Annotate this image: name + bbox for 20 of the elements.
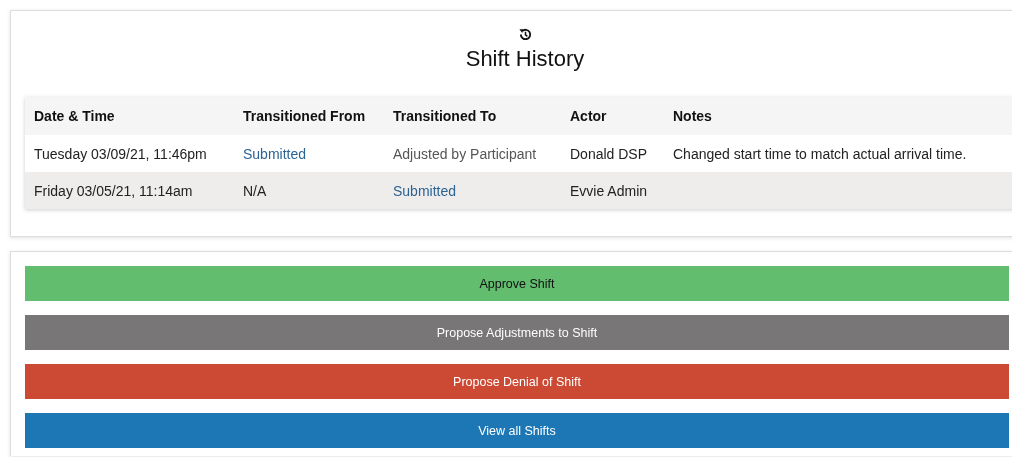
table-cell: Friday 03/05/21, 11:14am xyxy=(34,182,193,199)
column-header: Actor xyxy=(570,108,607,124)
action-button[interactable]: Propose Adjustments to Shift xyxy=(25,315,1009,350)
table-cell: N/A xyxy=(243,182,267,199)
column-header: Date & Time xyxy=(34,108,115,124)
status-link[interactable]: Submitted xyxy=(243,145,307,162)
history-icon xyxy=(517,27,533,42)
column-header: Notes xyxy=(673,108,712,124)
action-button[interactable]: Propose Denial of Shift xyxy=(25,364,1009,399)
column-header: Transitioned To xyxy=(393,108,497,124)
section-title: Shift History xyxy=(465,46,585,72)
column-header: Transitioned From xyxy=(243,108,366,124)
table-cell: Donald DSP xyxy=(570,145,648,162)
action-button[interactable]: View all Shifts xyxy=(25,413,1009,448)
table-cell: Tuesday 03/09/21, 11:46pm xyxy=(34,145,207,162)
table-cell: Adjusted by Participant xyxy=(393,145,537,162)
status-link[interactable]: Submitted xyxy=(393,182,457,199)
action-button[interactable]: Approve Shift xyxy=(25,266,1009,301)
table-cell: Evvie Admin xyxy=(570,182,648,199)
table-cell: Changed start time to match actual arrival time. xyxy=(673,145,967,162)
